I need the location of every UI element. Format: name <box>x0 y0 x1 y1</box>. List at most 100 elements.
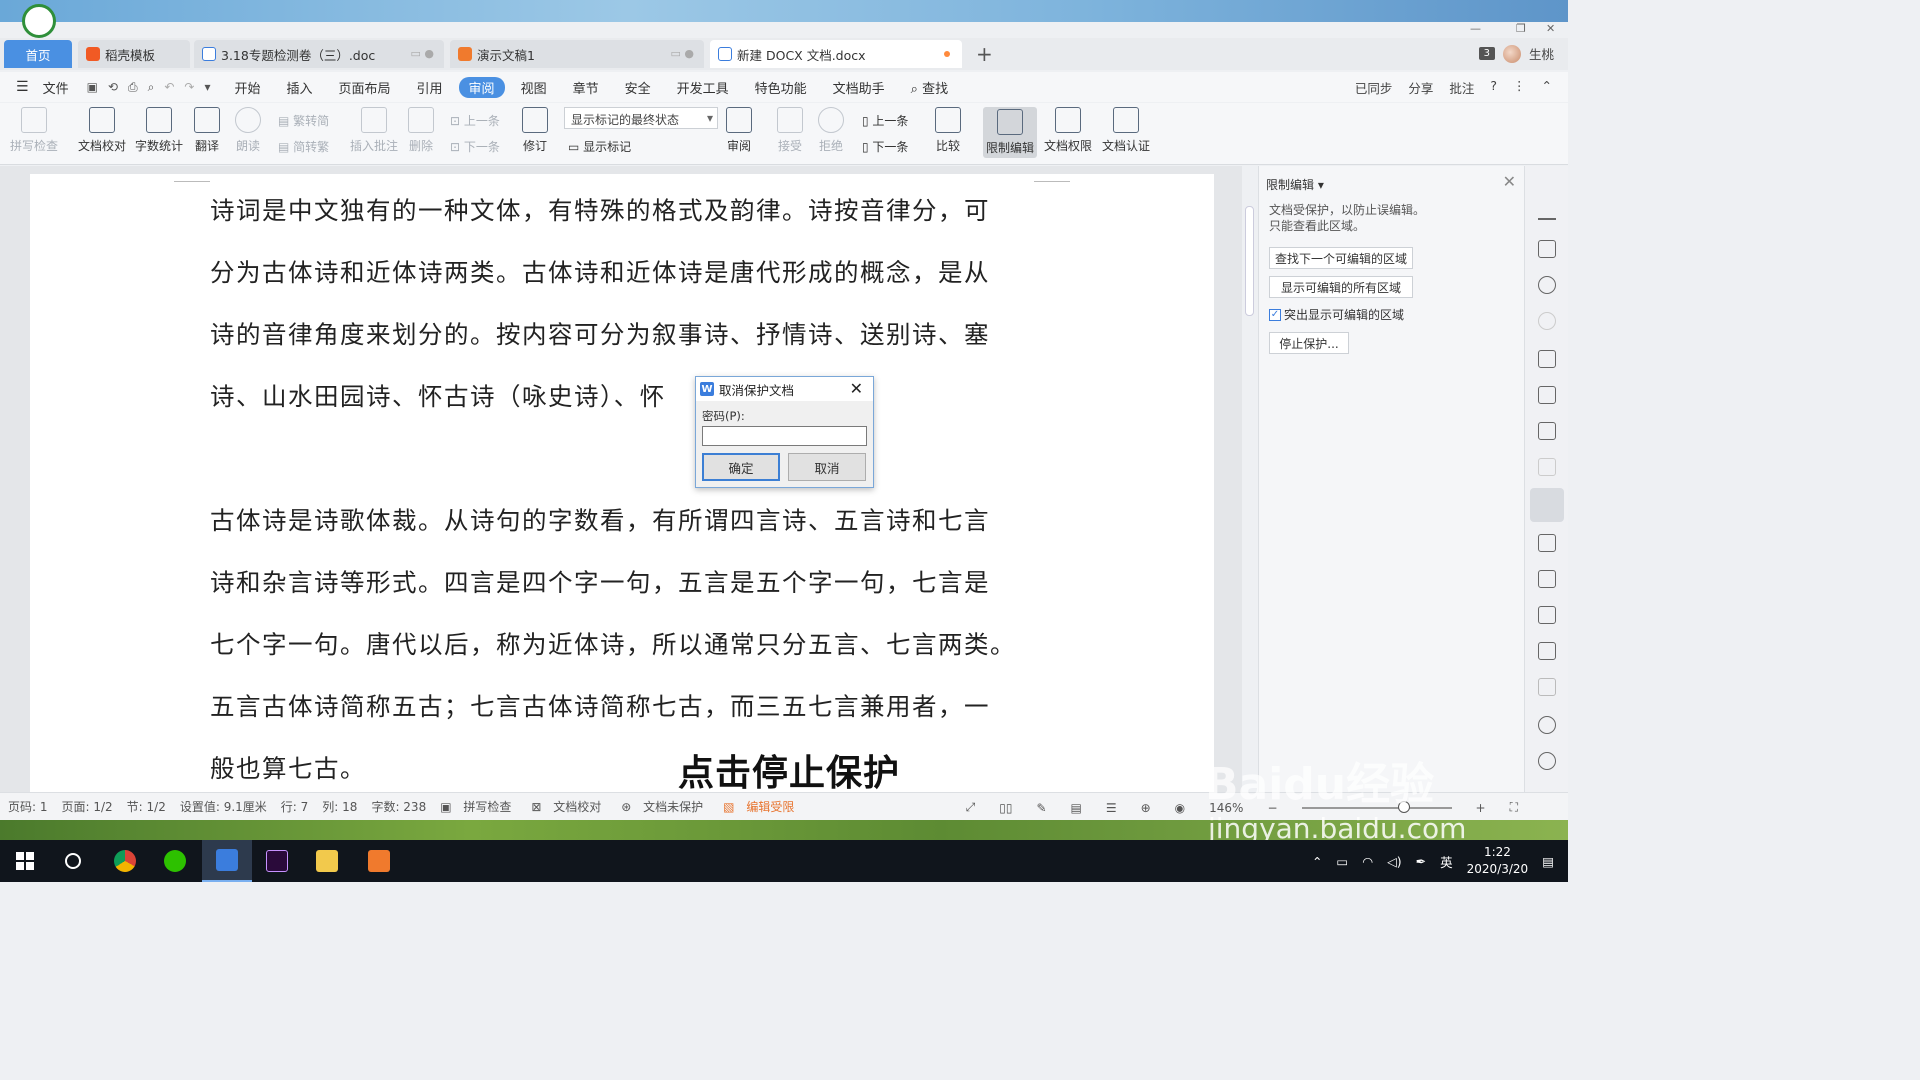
cursor-icon[interactable] <box>1538 240 1556 258</box>
status-proofread[interactable]: ⊠ 文档校对 <box>531 798 607 815</box>
scrollbar-thumb[interactable] <box>1245 206 1254 316</box>
maximize-button[interactable]: ❐ <box>1516 22 1526 35</box>
print-icon[interactable]: ⎙ <box>128 80 138 95</box>
web-view-icon[interactable]: ⊕ <box>1141 801 1151 815</box>
chart-icon[interactable] <box>1538 422 1556 440</box>
settings-icon[interactable] <box>1538 458 1556 476</box>
more-icon[interactable]: ⋮ <box>1513 78 1526 97</box>
grid-icon[interactable] <box>1538 386 1556 404</box>
find-next-editable-button[interactable]: 查找下一个可编辑的区域 <box>1269 247 1414 269</box>
cancel-button[interactable]: 取消 <box>788 453 866 481</box>
volume-icon[interactable]: ◁) <box>1387 854 1402 869</box>
avatar[interactable] <box>1502 44 1521 63</box>
user-name[interactable]: 生桃 <box>1529 44 1554 63</box>
menu-search[interactable]: ⌕ 查找 <box>911 78 948 97</box>
taskbar-chrome[interactable] <box>100 840 150 882</box>
archive-icon[interactable] <box>1538 642 1556 660</box>
compass-icon[interactable] <box>1538 716 1556 734</box>
window-count-badge[interactable]: 3 <box>1478 47 1495 60</box>
menu-doc-assistant[interactable]: 文档助手 <box>833 78 885 97</box>
prev-comment-button[interactable]: ⊡ 上一条 <box>450 112 500 129</box>
menu-references[interactable]: 引用 <box>417 78 443 97</box>
taskbar-premiere[interactable] <box>252 840 302 882</box>
insert-comment-button[interactable]: 插入批注 <box>350 107 398 154</box>
fit-page-icon[interactable]: ⛶ <box>1510 800 1518 815</box>
taskbar-presentation[interactable] <box>354 840 404 882</box>
checkbox-checked-icon[interactable]: ✓ <box>1269 308 1281 321</box>
shape-icon[interactable] <box>1538 350 1556 368</box>
outline-view-icon[interactable]: ☰ <box>1106 801 1117 815</box>
fullscreen-icon[interactable]: ⤢ <box>966 800 976 815</box>
picture-icon[interactable] <box>1538 678 1556 696</box>
wifi-icon[interactable]: ◠ <box>1362 854 1373 869</box>
compare-button[interactable]: 比较 <box>935 107 961 154</box>
start-button[interactable] <box>0 840 50 882</box>
quick-access-chevron-icon[interactable]: ▾ <box>204 80 210 94</box>
menu-file[interactable]: 文件 <box>43 78 69 97</box>
print-preview-icon[interactable]: ⌕ <box>148 80 155 95</box>
pen-icon[interactable] <box>1538 202 1556 220</box>
menu-developer[interactable]: 开发工具 <box>677 78 729 97</box>
read-mode-icon[interactable]: ▯▯ <box>999 801 1012 815</box>
tab-close-icon[interactable]: ▭ ● <box>671 47 695 60</box>
close-icon[interactable]: ✕ <box>850 379 863 398</box>
location-icon[interactable] <box>1538 276 1556 294</box>
tab-exam-doc[interactable]: 3.18专题检测卷（三）.doc ▭ ● <box>194 40 444 68</box>
document-page[interactable]: 诗词是中文独有的一种文体，有特殊的格式及韵律。诗按音律分，可 分为古体诗和近体诗… <box>30 174 1214 792</box>
menu-features[interactable]: 特色功能 <box>755 78 807 97</box>
menu-insert[interactable]: 插入 <box>287 78 313 97</box>
show-all-editable-button[interactable]: 显示可编辑的所有区域 <box>1269 276 1413 298</box>
hamburger-icon[interactable]: ☰ <box>16 79 29 95</box>
sync-status[interactable]: 已同步 <box>1355 78 1393 97</box>
review-pane-button[interactable]: 审阅 <box>726 107 752 154</box>
reject-button[interactable]: 拒绝 <box>818 107 844 154</box>
taskbar-clock[interactable]: 1:22 2020/3/20 <box>1467 844 1529 878</box>
export-icon[interactable]: ⟲ <box>108 80 118 94</box>
tab-presentation[interactable]: 演示文稿1 ▭ ● <box>450 40 704 68</box>
ok-button[interactable]: 确定 <box>702 453 780 481</box>
status-pages[interactable]: 页面: 1/2 <box>62 798 113 815</box>
status-protection[interactable]: ⊛ 文档未保护 <box>621 798 709 815</box>
close-window-button[interactable]: ✕ <box>1546 22 1555 35</box>
edit-mode-icon[interactable]: ✎ <box>1036 801 1046 815</box>
battery-icon[interactable]: ▭ <box>1336 854 1348 869</box>
link-icon[interactable] <box>1538 312 1556 330</box>
prev-change-button[interactable]: ▯ 上一条 <box>862 112 908 129</box>
undo-icon[interactable]: ↶ <box>164 80 174 94</box>
tab-docer-templates[interactable]: 稻壳模板 <box>78 40 190 68</box>
pen-tray-icon[interactable]: ✒ <box>1416 854 1426 869</box>
cortana-button[interactable] <box>48 840 98 882</box>
minimize-button[interactable]: — <box>1470 22 1481 35</box>
translate-icon[interactable] <box>1538 606 1556 624</box>
markup-state-select[interactable]: 显示标记的最终状态 ▾ <box>564 107 718 129</box>
menu-start[interactable]: 开始 <box>234 78 260 97</box>
notification-icon[interactable]: ▤ <box>1542 854 1554 869</box>
taskbar-wechat[interactable] <box>150 840 200 882</box>
stop-protection-button[interactable]: 停止保护... <box>1269 332 1349 354</box>
password-field[interactable] <box>702 426 867 446</box>
comment-menu-button[interactable]: 批注 <box>1449 78 1474 97</box>
page-view-icon[interactable]: ▤ <box>1071 801 1082 815</box>
show-markup-button[interactable]: ▭ 显示标记 <box>568 138 631 155</box>
new-tab-button[interactable]: + <box>976 42 993 66</box>
tab-home[interactable]: 首页 <box>4 40 72 68</box>
help-icon[interactable]: ? <box>1490 78 1497 97</box>
share-button[interactable]: 分享 <box>1408 78 1433 97</box>
wordcount-button[interactable]: 字数统计 <box>135 107 183 154</box>
track-changes-button[interactable]: 修订 <box>522 107 548 154</box>
proofread-button[interactable]: 文档校对 <box>78 107 126 154</box>
accept-button[interactable]: 接受 <box>777 107 803 154</box>
paragraph-2[interactable]: 古体诗是诗歌体裁。从诗句的字数看，有所谓四言诗、五言诗和七言 诗和杂言诗等形式。… <box>210 490 1040 792</box>
ime-indicator[interactable]: 英 <box>1440 852 1453 871</box>
taskbar-file-explorer[interactable] <box>302 840 352 882</box>
tray-chevron-icon[interactable]: ⌃ <box>1312 854 1322 869</box>
taskbar-wps-writer[interactable] <box>202 840 252 882</box>
status-words[interactable]: 字数: 238 <box>371 798 426 815</box>
eye-protect-icon[interactable]: ◉ <box>1175 801 1185 815</box>
menu-security[interactable]: 安全 <box>625 78 651 97</box>
close-panel-icon[interactable]: ✕ <box>1503 172 1516 191</box>
read-aloud-button[interactable]: 朗读 <box>235 107 261 154</box>
translate-button[interactable]: 翻译 <box>194 107 220 154</box>
trad-to-simp-button[interactable]: ▤ 繁转简 <box>278 112 329 129</box>
restrict-edit-button[interactable]: 限制编辑 <box>983 107 1038 158</box>
